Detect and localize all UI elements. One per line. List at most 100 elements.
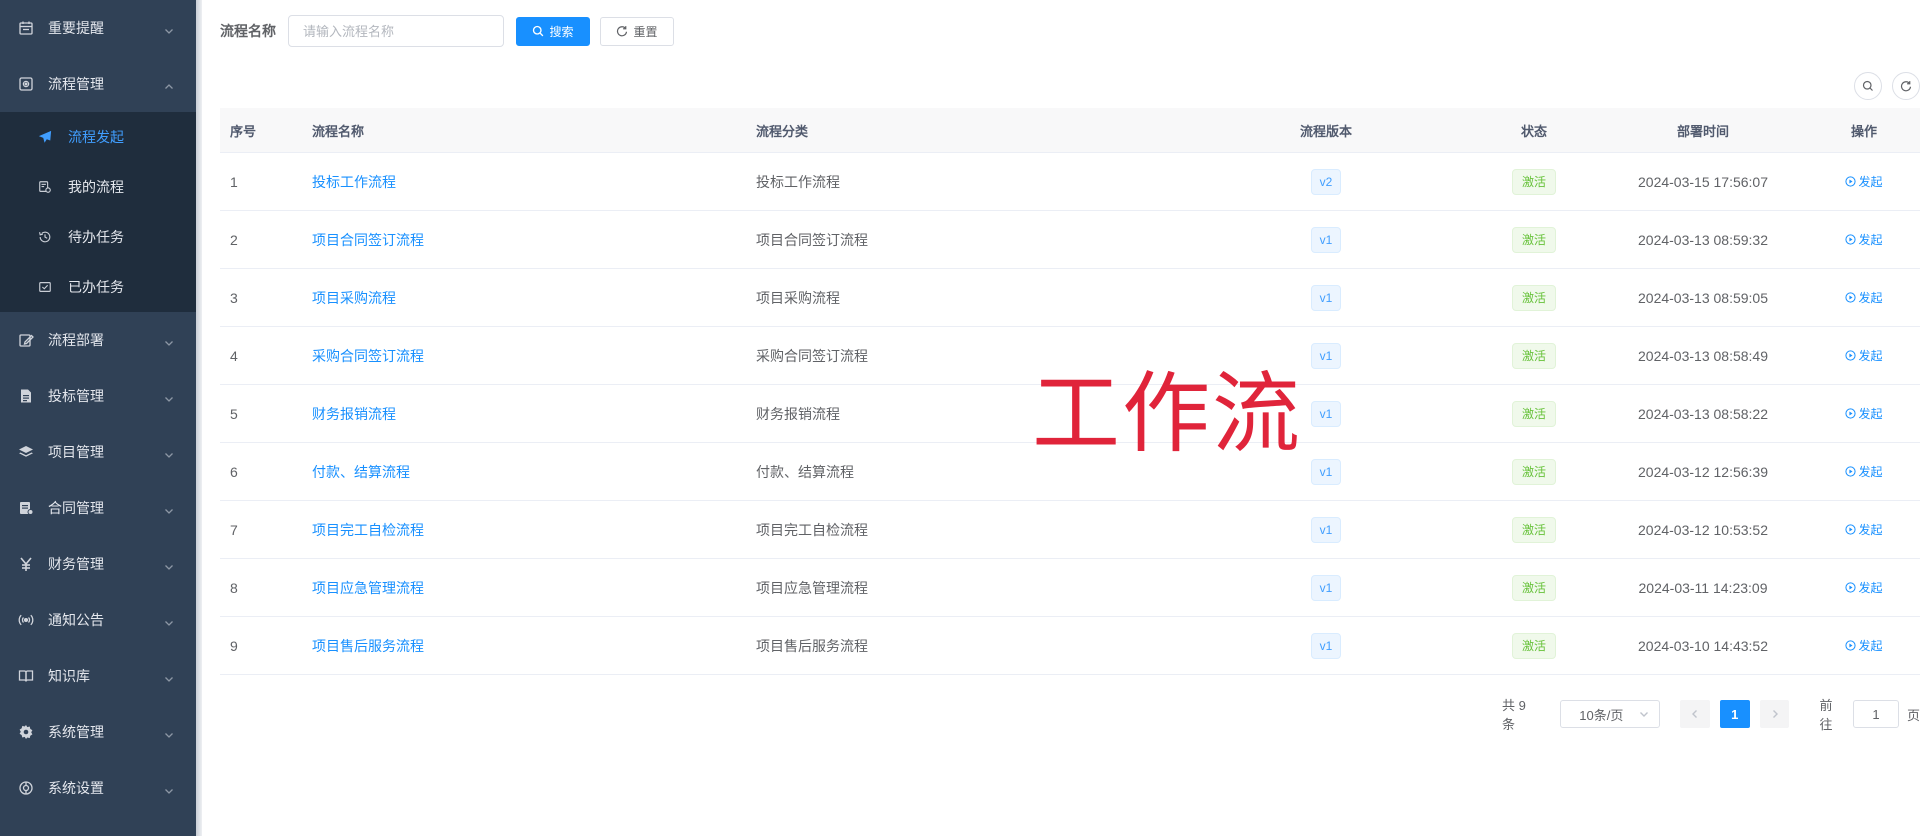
sidebar-item-6[interactable]: 财务管理	[0, 536, 196, 592]
toggle-search-button[interactable]	[1854, 72, 1882, 100]
process-name-link[interactable]: 投标工作流程	[312, 174, 396, 190]
chevron-down-icon	[164, 391, 174, 402]
process-icon	[18, 76, 34, 92]
submenu-item-1[interactable]: 我的流程	[0, 162, 196, 212]
page-size-select[interactable]: 10条/页	[1560, 700, 1660, 728]
submenu-item-label: 已办任务	[68, 279, 124, 295]
table-row: 4 采购合同签订流程 采购合同签订流程 v1 激活 2024-03-13 08:58:49…	[220, 327, 1920, 385]
sidebar-item-3[interactable]: 投标管理	[0, 368, 196, 424]
search-button-label: 搜索	[549, 24, 574, 39]
version-tag: v1	[1310, 632, 1342, 659]
chevron-down-icon	[164, 671, 174, 682]
version-tag: v2	[1310, 168, 1342, 195]
sidebar-item-label: 财务管理	[48, 556, 104, 572]
search-input[interactable]	[288, 15, 504, 47]
chevron-right-icon	[1772, 710, 1778, 718]
refresh-button[interactable]	[1892, 72, 1920, 100]
sidebar-item-5[interactable]: 合同管理	[0, 480, 196, 536]
sidebar-item-1[interactable]: 流程管理	[0, 56, 196, 112]
table-row: 5 财务报销流程 财务报销流程 v1 激活 2024-03-13 08:58:22 发起	[220, 385, 1920, 443]
page-number-current[interactable]: 1	[1719, 700, 1750, 728]
sidebar-item-label: 知识库	[48, 668, 90, 684]
chevron-down-icon	[164, 335, 174, 346]
prev-page-button[interactable]	[1679, 700, 1710, 728]
sidebar-item-8[interactable]: 知识库	[0, 648, 196, 704]
table-body: 1 投标工作流程 投标工作流程 v2 激活 2024-03-15 17:56:07 发起 2 项…	[220, 153, 1920, 675]
submenu-item-2[interactable]: 待办任务	[0, 212, 196, 262]
start-process-button[interactable]: 发起	[1845, 231, 1883, 248]
page-size-value: 10条/页	[1579, 707, 1624, 723]
play-circle-icon	[1845, 408, 1857, 419]
process-name-link[interactable]: 项目完工自检流程	[312, 522, 424, 538]
cell-deploy-time: 2024-03-13 08:59:05	[1638, 289, 1768, 306]
start-process-label: 发起	[1858, 581, 1883, 595]
cell-category: 项目完工自检流程	[756, 521, 868, 538]
chevron-down-icon	[164, 559, 174, 570]
cell-category: 项目应急管理流程	[756, 579, 868, 596]
sidebar-item-2[interactable]: 流程部署	[0, 312, 196, 368]
start-process-button[interactable]: 发起	[1845, 173, 1883, 190]
settings-icon	[18, 780, 34, 796]
yen-icon	[18, 556, 34, 572]
process-name-link[interactable]: 项目合同签订流程	[312, 232, 424, 248]
process-name-link[interactable]: 付款、结算流程	[312, 464, 410, 480]
submenu-item-3[interactable]: 已办任务	[0, 262, 196, 312]
search-button[interactable]: 搜索	[516, 16, 590, 46]
sidebar-item-label: 流程部署	[48, 332, 104, 348]
version-tag: v1	[1310, 458, 1342, 485]
start-process-button[interactable]: 发起	[1845, 579, 1883, 596]
start-process-button[interactable]: 发起	[1845, 347, 1883, 364]
sidebar-item-10[interactable]: 系统设置	[0, 760, 196, 816]
process-name-link[interactable]: 采购合同签订流程	[312, 348, 424, 364]
sidebar-item-label: 流程管理	[48, 76, 104, 92]
play-circle-icon	[1845, 176, 1857, 187]
start-process-button[interactable]: 发起	[1845, 463, 1883, 480]
status-badge: 激活	[1511, 632, 1556, 659]
cell-index: 8	[230, 579, 238, 596]
table-row: 6 付款、结算流程 付款、结算流程 v1 激活 2024-03-12 12:56:39 发起	[220, 443, 1920, 501]
cell-category: 付款、结算流程	[756, 463, 854, 480]
cell-index: 5	[230, 405, 238, 422]
submenu-item-label: 流程发起	[68, 129, 124, 145]
table-header: 序号 流程名称 流程分类 流程版本 状态 部署时间 操作	[220, 108, 1920, 153]
process-name-link[interactable]: 项目售后服务流程	[312, 638, 424, 654]
play-circle-icon	[1845, 292, 1857, 303]
cell-category: 投标工作流程	[756, 173, 840, 190]
start-process-label: 发起	[1858, 639, 1883, 653]
reset-button[interactable]: 重置	[600, 16, 674, 46]
process-name-link[interactable]: 项目应急管理流程	[312, 580, 424, 596]
start-process-button[interactable]: 发起	[1845, 289, 1883, 306]
sidebar-submenu: 流程发起我的流程待办任务已办任务	[0, 112, 196, 312]
goto-page-input[interactable]	[1852, 700, 1899, 728]
start-process-button[interactable]: 发起	[1845, 405, 1883, 422]
next-page-button[interactable]	[1759, 700, 1790, 728]
page-suffix: 页	[1906, 707, 1920, 723]
contract-icon	[18, 500, 34, 516]
process-name-link[interactable]: 项目采购流程	[312, 290, 396, 306]
status-badge: 激活	[1511, 400, 1556, 427]
version-tag: v1	[1310, 342, 1342, 369]
sidebar-item-7[interactable]: 通知公告	[0, 592, 196, 648]
cell-index: 9	[230, 637, 238, 654]
start-process-button[interactable]: 发起	[1845, 637, 1883, 654]
reset-button-label: 重置	[633, 24, 658, 39]
header-version: 流程版本	[1299, 123, 1352, 139]
process-name-link[interactable]: 财务报销流程	[312, 406, 396, 422]
sidebar-item-label: 重要提醒	[48, 20, 104, 36]
sidebar-item-0[interactable]: 重要提醒	[0, 0, 196, 56]
submenu-item-label: 我的流程	[68, 179, 124, 195]
start-process-button[interactable]: 发起	[1845, 521, 1883, 538]
cell-deploy-time: 2024-03-13 08:58:49	[1638, 347, 1768, 364]
sidebar-item-label: 项目管理	[48, 444, 104, 460]
sidebar-item-9[interactable]: 系统管理	[0, 704, 196, 760]
cell-deploy-time: 2024-03-10 14:43:52	[1638, 637, 1768, 654]
submenu-item-label: 待办任务	[68, 229, 124, 245]
pagination-total: 共 9 条	[1502, 698, 1526, 732]
version-tag: v1	[1310, 516, 1342, 543]
start-process-label: 发起	[1858, 175, 1883, 189]
sidebar-item-label: 系统设置	[48, 780, 104, 796]
sidebar-item-4[interactable]: 项目管理	[0, 424, 196, 480]
submenu-item-0[interactable]: 流程发起	[0, 112, 196, 162]
layers-icon	[18, 444, 34, 460]
cell-index: 4	[230, 347, 238, 364]
